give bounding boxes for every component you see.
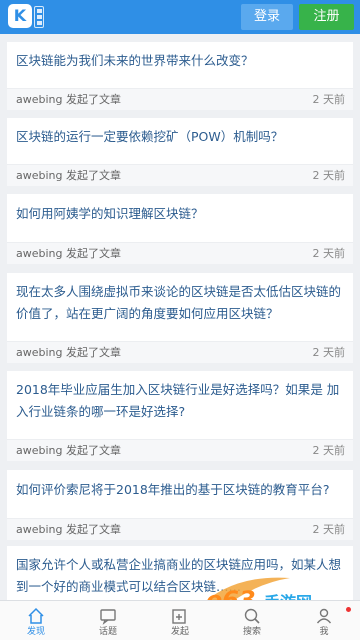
article-title[interactable]: 区块链的运行一定要依赖挖矿（POW）机制吗？ bbox=[16, 126, 343, 148]
top-bar: K 登录 注册 bbox=[0, 0, 360, 34]
article-title[interactable]: 区块链能为我们未来的世界带来什么改变？ bbox=[16, 50, 343, 72]
article-meta: awebing 发起了文章 2 天前 bbox=[7, 518, 353, 540]
notification-dot bbox=[346, 607, 351, 612]
app-logo[interactable]: K bbox=[8, 4, 32, 28]
tab-compose[interactable]: 发起 bbox=[144, 601, 216, 640]
tab-label: 发现 bbox=[26, 627, 45, 637]
post-action: 发起了文章 bbox=[66, 523, 121, 536]
tab-label: 话题 bbox=[98, 627, 117, 637]
register-button[interactable]: 注册 bbox=[299, 4, 354, 30]
article-feed[interactable]: 区块链能为我们未来的世界带来什么改变？ awebing 发起了文章 2 天前 区… bbox=[0, 34, 360, 600]
list-item[interactable]: 如何评价索尼将于2018年推出的基于区块链的教育平台? awebing 发起了文… bbox=[7, 470, 353, 540]
author-name[interactable]: awebing bbox=[16, 523, 63, 536]
post-time: 2 天前 bbox=[312, 93, 346, 106]
article-title[interactable]: 如何评价索尼将于2018年推出的基于区块链的教育平台? bbox=[16, 479, 343, 501]
logo-mark-icon bbox=[34, 6, 44, 28]
post-action: 发起了文章 bbox=[66, 247, 121, 260]
list-item[interactable]: 如何用阿姨学的知识理解区块链？ awebing 发起了文章 2 天前 bbox=[7, 194, 353, 264]
tab-label: 搜索 bbox=[242, 627, 261, 637]
list-item[interactable]: 2018年毕业应届生加入区块链行业是好选择吗？如果是 加入行业链条的哪一环是好选… bbox=[7, 371, 353, 461]
article-meta: awebing 发起了文章 2 天前 bbox=[7, 164, 353, 186]
user-icon bbox=[316, 608, 332, 624]
bottom-nav: 发现 话题 发起 搜索 我 bbox=[0, 600, 360, 640]
login-button[interactable]: 登录 bbox=[241, 4, 293, 30]
post-time: 2 天前 bbox=[312, 169, 346, 182]
author-name[interactable]: awebing bbox=[16, 247, 63, 260]
article-meta: awebing 发起了文章 2 天前 bbox=[7, 242, 353, 264]
tab-discover[interactable]: 发现 bbox=[0, 601, 72, 640]
author-name[interactable]: awebing bbox=[16, 93, 63, 106]
post-time: 2 天前 bbox=[312, 444, 346, 457]
chat-icon bbox=[100, 609, 116, 625]
tab-search[interactable]: 搜索 bbox=[216, 601, 288, 640]
post-action: 发起了文章 bbox=[66, 93, 121, 106]
list-item[interactable]: 区块链的运行一定要依赖挖矿（POW）机制吗？ awebing 发起了文章 2 天… bbox=[7, 118, 353, 186]
article-title[interactable]: 2018年毕业应届生加入区块链行业是好选择吗？如果是 加入行业链条的哪一环是好选… bbox=[16, 379, 343, 423]
author-name[interactable]: awebing bbox=[16, 444, 63, 457]
author-name[interactable]: awebing bbox=[16, 346, 63, 359]
post-time: 2 天前 bbox=[312, 247, 346, 260]
post-time: 2 天前 bbox=[312, 523, 346, 536]
article-meta: awebing 发起了文章 2 天前 bbox=[7, 341, 353, 363]
search-icon bbox=[244, 608, 260, 624]
tab-label: 发起 bbox=[170, 627, 189, 637]
post-action: 发起了文章 bbox=[66, 169, 121, 182]
article-meta: awebing 发起了文章 2 天前 bbox=[7, 439, 353, 461]
post-time: 2 天前 bbox=[312, 346, 346, 359]
compose-icon bbox=[172, 609, 186, 624]
list-item[interactable]: 现在太多人围绕虚拟币来谈论的区块链是否太低估区块链的价值了，站在更广阔的角度要如… bbox=[7, 273, 353, 363]
article-title[interactable]: 如何用阿姨学的知识理解区块链？ bbox=[16, 203, 343, 225]
post-action: 发起了文章 bbox=[66, 444, 121, 457]
article-title[interactable]: 现在太多人围绕虚拟币来谈论的区块链是否太低估区块链的价值了，站在更广阔的角度要如… bbox=[16, 281, 343, 325]
article-meta: awebing 发起了文章 2 天前 bbox=[7, 88, 353, 110]
home-icon bbox=[28, 607, 44, 624]
post-action: 发起了文章 bbox=[66, 346, 121, 359]
author-name[interactable]: awebing bbox=[16, 169, 63, 182]
list-item[interactable]: 区块链能为我们未来的世界带来什么改变？ awebing 发起了文章 2 天前 bbox=[7, 42, 353, 110]
tab-topics[interactable]: 话题 bbox=[72, 601, 144, 640]
tab-label: 我 bbox=[319, 627, 329, 637]
